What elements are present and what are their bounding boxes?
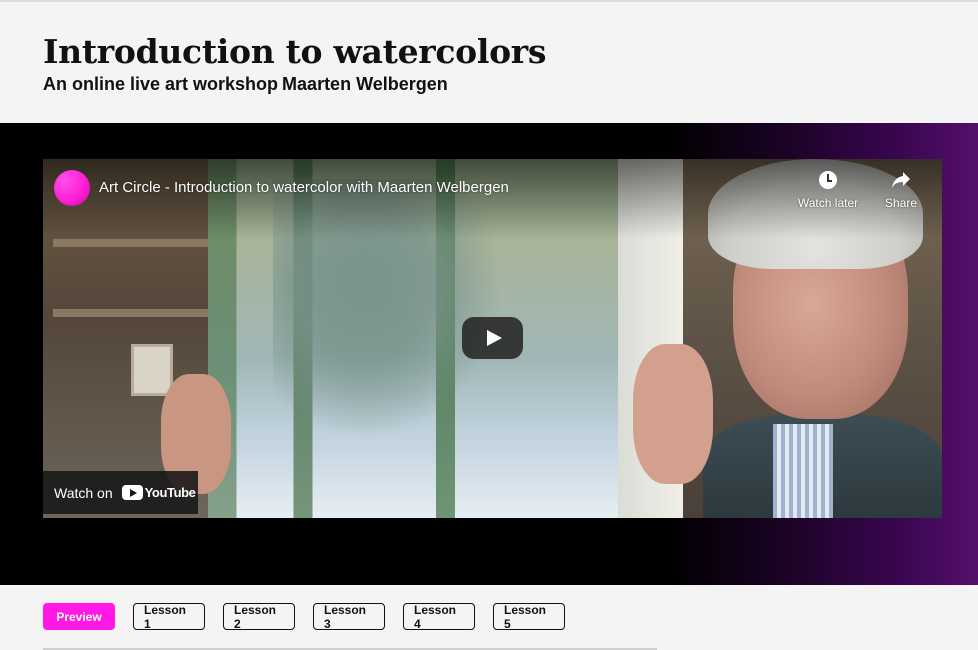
- lesson-tabs: Preview Lesson 1 Lesson 2 Lesson 3 Lesso…: [43, 603, 583, 631]
- share-label: Share: [884, 196, 918, 210]
- watch-later-button[interactable]: Watch later: [796, 171, 860, 210]
- youtube-logo: YouTube: [121, 485, 196, 500]
- page-title: Introduction to watercolors: [43, 32, 547, 71]
- watch-on-youtube-button[interactable]: Watch on YouTube: [43, 471, 198, 514]
- share-icon: [892, 172, 910, 188]
- play-button[interactable]: [462, 317, 523, 359]
- thumbnail-shirt: [773, 424, 833, 518]
- tab-lesson-1[interactable]: Lesson 1: [133, 603, 205, 631]
- tab-lesson-3[interactable]: Lesson 3: [313, 603, 385, 631]
- video-title-link[interactable]: Art Circle - Introduction to watercolor …: [99, 179, 509, 196]
- tab-lesson-2[interactable]: Lesson 2: [223, 603, 295, 631]
- instructor-name: Maarten Welbergen: [282, 74, 448, 94]
- watch-later-label: Watch later: [797, 196, 859, 210]
- tab-lesson-4[interactable]: Lesson 4: [403, 603, 475, 631]
- channel-avatar[interactable]: [54, 170, 90, 206]
- video-stage: Art Circle - Introduction to watercolor …: [0, 123, 978, 585]
- thumbnail-hand-right: [633, 344, 713, 484]
- share-button[interactable]: Share: [869, 171, 933, 210]
- clock-icon: [819, 171, 837, 189]
- page-subtitle: An online live art workshop Maarten Welbe…: [43, 74, 448, 95]
- youtube-wordmark: YouTube: [144, 485, 196, 500]
- video-player[interactable]: Art Circle - Introduction to watercolor …: [43, 159, 942, 518]
- subtitle-text: An online live art workshop: [43, 74, 279, 94]
- tab-preview[interactable]: Preview: [43, 603, 115, 630]
- watch-on-label: Watch on: [54, 484, 113, 501]
- youtube-play-icon: [121, 485, 143, 500]
- page-header: Introduction to watercolors An online li…: [0, 2, 978, 123]
- thumbnail-photo-frame: [131, 344, 173, 396]
- tab-lesson-5[interactable]: Lesson 5: [493, 603, 565, 631]
